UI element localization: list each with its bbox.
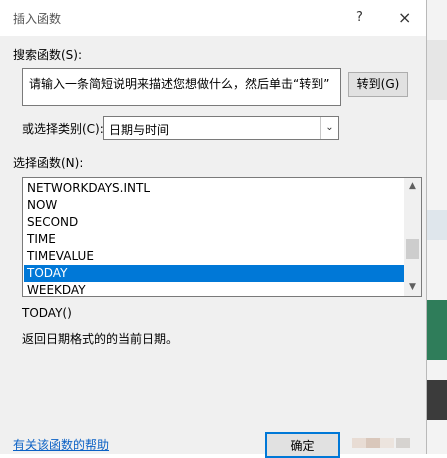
scroll-thumb[interactable]: [406, 239, 419, 259]
list-item[interactable]: TIME: [24, 231, 405, 248]
help-icon[interactable]: ?: [356, 10, 363, 25]
function-list-label: 选择函数(N):: [13, 156, 84, 170]
list-item-selected[interactable]: TODAY: [24, 265, 405, 282]
chevron-down-icon[interactable]: ⌄: [320, 117, 338, 139]
blurred-area: [366, 438, 380, 448]
ok-button[interactable]: 确定: [265, 432, 340, 458]
background-window-edge: [427, 0, 447, 454]
goto-button[interactable]: 转到(G): [348, 72, 408, 97]
title-bar: 插入函数 ? ×: [0, 0, 426, 36]
function-list[interactable]: NETWORKDAYS.INTL NOW SECOND TIME TIMEVAL…: [22, 177, 422, 297]
list-item[interactable]: TIMEVALUE: [24, 248, 405, 265]
category-select[interactable]: 日期与时间 ⌄: [103, 116, 339, 140]
function-syntax: TODAY(): [22, 306, 72, 320]
insert-function-dialog: 插入函数 ? × 搜索函数(S): 请输入一条简短说明来描述您想做什么，然后单击…: [0, 0, 427, 458]
list-item[interactable]: WEEKDAY: [24, 282, 405, 296]
search-input[interactable]: 请输入一条简短说明来描述您想做什么，然后单击“转到”: [22, 68, 341, 106]
list-item[interactable]: NOW: [24, 197, 405, 214]
list-item[interactable]: NETWORKDAYS.INTL: [24, 180, 405, 197]
list-item[interactable]: SECOND: [24, 214, 405, 231]
category-value: 日期与时间: [109, 123, 170, 137]
list-scrollbar[interactable]: ▲ ▼: [404, 178, 421, 296]
blurred-area: [396, 438, 410, 448]
scroll-up-icon[interactable]: ▲: [404, 178, 421, 195]
category-label: 或选择类别(C):: [22, 122, 104, 136]
search-label: 搜索函数(S):: [13, 48, 83, 62]
dialog-title: 插入函数: [13, 12, 62, 26]
scroll-down-icon[interactable]: ▼: [404, 279, 421, 296]
close-icon[interactable]: ×: [398, 8, 411, 27]
blurred-area: [380, 438, 394, 448]
function-description: 返回日期格式的的当前日期。: [22, 332, 179, 346]
blurred-area: [352, 438, 366, 448]
function-help-link[interactable]: 有关该函数的帮助: [13, 436, 109, 453]
